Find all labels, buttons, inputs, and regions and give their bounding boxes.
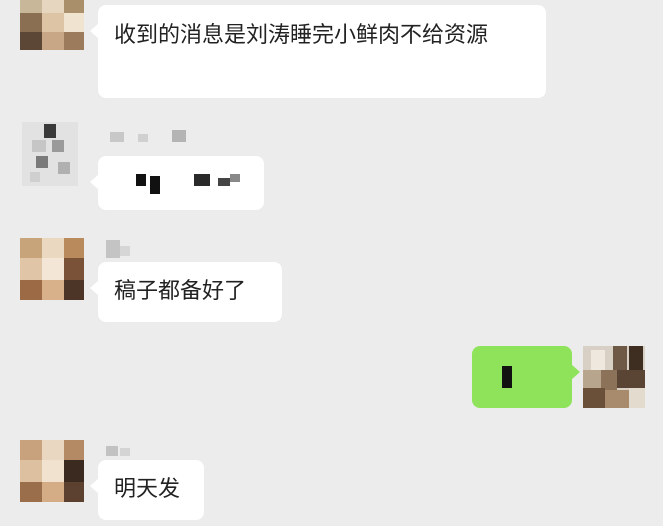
message-bubble[interactable]: 稿子都备好了 — [90, 262, 282, 322]
message-bubble[interactable] — [90, 156, 264, 210]
message-bubble[interactable]: 明天发 — [90, 460, 204, 520]
message-bubble-outgoing[interactable] — [472, 346, 580, 408]
avatar[interactable] — [22, 122, 78, 186]
chat-conversation: 收到的消息是刘涛睡完小鲜肉不给资源 稿子都备好了 明天发 — [0, 0, 663, 526]
message-text: 稿子都备好了 — [114, 279, 247, 304]
redaction-block — [502, 366, 512, 388]
message-text: 收到的消息是刘涛睡完小鲜肉不给资源 — [114, 23, 489, 48]
sender-name — [110, 130, 190, 142]
avatar[interactable] — [20, 238, 84, 300]
avatar[interactable] — [20, 440, 84, 502]
bubble-tail — [571, 364, 580, 380]
redaction-block — [218, 178, 230, 186]
redaction-block — [136, 174, 146, 186]
bubble-tail — [90, 280, 99, 296]
bubble-tail — [90, 174, 99, 190]
bubble-tail — [90, 478, 99, 494]
avatar-self[interactable] — [583, 346, 645, 408]
sender-name — [106, 240, 136, 258]
bubble-tail — [90, 23, 99, 39]
avatar[interactable] — [20, 0, 84, 50]
sender-name — [106, 444, 134, 456]
redaction-block — [230, 174, 240, 182]
redaction-block — [150, 176, 160, 194]
message-bubble[interactable]: 收到的消息是刘涛睡完小鲜肉不给资源 — [90, 5, 546, 98]
redaction-block — [194, 174, 210, 186]
message-text: 明天发 — [114, 477, 181, 502]
